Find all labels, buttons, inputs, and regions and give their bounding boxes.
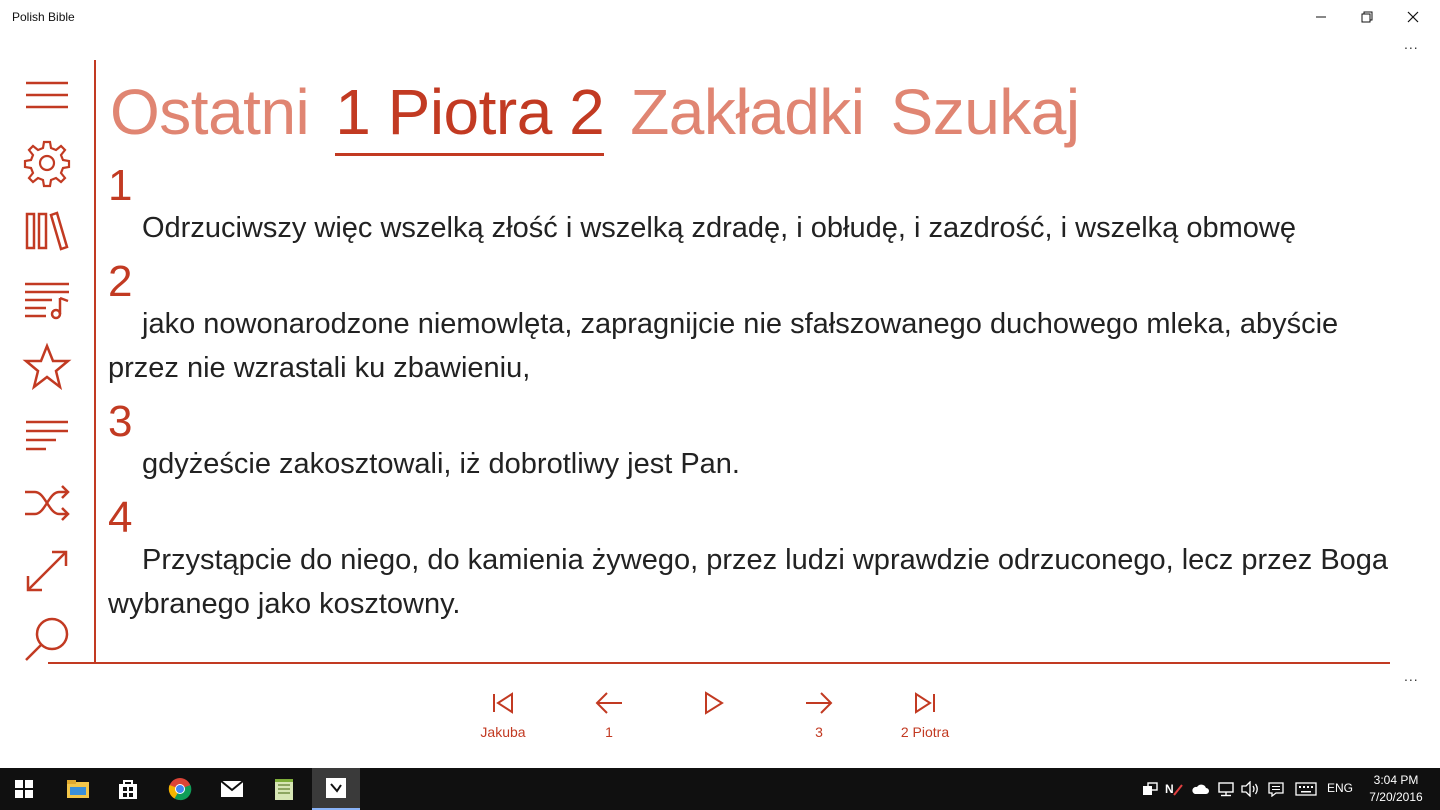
verse: 3 gdyżeście zakosztowali, iż dobrotliwy … (108, 396, 1398, 486)
verse: 1 Odrzuciwszy więc wszelką złość i wszel… (108, 160, 1398, 250)
network-tray-icon[interactable] (1216, 779, 1236, 799)
restore-button[interactable] (1344, 0, 1390, 34)
verse-text: jako nowonarodzone niemowlęta, zapragnij… (108, 308, 1339, 384)
onenote-tray-icon[interactable]: N (1164, 779, 1184, 799)
mail-envelope-icon (220, 780, 244, 797)
minimize-button[interactable] (1298, 0, 1344, 34)
input-language-indicator[interactable]: ENG (1327, 781, 1353, 795)
next-chapter-button[interactable]: 3 (774, 688, 864, 754)
app-title: Polish Bible (12, 10, 75, 24)
close-icon (1407, 11, 1419, 23)
skip-previous-icon (493, 692, 513, 714)
windows-logo-icon (15, 780, 33, 798)
playlist-music-icon[interactable] (20, 272, 74, 326)
left-navigation-rail (0, 60, 96, 664)
tab-recent[interactable]: Ostatni (110, 70, 310, 154)
polish-bible-taskbar-button[interactable] (312, 768, 360, 810)
close-button[interactable] (1390, 0, 1436, 34)
chapter-navigation-bar: Jakuba 1 3 2 Piotra (0, 688, 1440, 758)
search-magnifier-icon[interactable] (20, 612, 74, 666)
bible-app-icon (326, 778, 346, 798)
last-chapter-button[interactable]: 2 Piotra (880, 688, 970, 754)
touch-keyboard-tray-icon[interactable] (1294, 779, 1318, 799)
svg-text:N: N (1165, 782, 1174, 796)
expand-diagonal-icon[interactable] (20, 544, 74, 598)
next-chapter-label: 3 (815, 724, 823, 740)
chrome-taskbar-button[interactable] (156, 768, 204, 810)
hamburger-menu-icon[interactable] (20, 68, 74, 122)
previous-chapter-label: 1 (605, 724, 613, 740)
chrome-icon (168, 778, 192, 801)
restore-icon (1361, 11, 1373, 23)
action-center-tray-icon[interactable] (1266, 779, 1286, 799)
library-books-icon[interactable] (20, 204, 74, 258)
system-clock[interactable]: 3:04 PM 7/20/2016 (1362, 772, 1430, 806)
arrow-left-icon (595, 692, 622, 714)
bottom-divider (48, 662, 1390, 664)
skip-next-icon (915, 692, 935, 714)
mail-taskbar-button[interactable] (208, 768, 256, 810)
rail-divider (94, 60, 96, 664)
verse-text: gdyżeście zakosztowali, iż dobrotliwy je… (142, 448, 740, 480)
verse-number: 4 (108, 493, 133, 542)
chapter-content[interactable]: 1 Odrzuciwszy więc wszelką złość i wszel… (108, 160, 1398, 660)
verse-number: 1 (108, 161, 133, 210)
last-chapter-label: 2 Piotra (900, 724, 950, 740)
arrow-right-icon (806, 692, 833, 714)
clock-time: 3:04 PM (1373, 773, 1419, 787)
settings-gear-icon[interactable] (20, 136, 74, 190)
tab-current-chapter[interactable]: 1 Piotra 2 (335, 70, 605, 156)
taskbar: N ENG 3:04 PM 7/20/2016 (0, 768, 1440, 810)
verse-number: 2 (108, 257, 133, 306)
text-align-left-icon[interactable] (20, 408, 74, 462)
clock-date: 7/20/2016 (1369, 790, 1423, 804)
first-chapter-button[interactable]: Jakuba (458, 688, 548, 754)
title-bar: Polish Bible (0, 0, 1440, 34)
favorite-star-icon[interactable] (20, 340, 74, 394)
volume-tray-icon[interactable] (1240, 779, 1260, 799)
network-sharing-tray-icon[interactable] (1140, 779, 1160, 799)
play-icon (705, 691, 724, 715)
verse-number: 3 (108, 397, 133, 446)
file-explorer-taskbar-button[interactable] (54, 768, 102, 810)
verse: 2 jako nowonarodzone niemowlęta, zapragn… (108, 256, 1398, 390)
app-bar-more-button[interactable]: ... (1404, 668, 1419, 684)
folder-icon (67, 780, 89, 798)
pivot-header: Ostatni 1 Piotra 2 Zakładki Szukaj (110, 70, 1106, 160)
play-button[interactable] (668, 688, 758, 754)
verse-text: Przystąpcie do niego, do kamienia żywego… (108, 544, 1389, 620)
tab-search[interactable]: Szukaj (891, 70, 1081, 154)
start-button[interactable] (0, 768, 48, 810)
onedrive-cloud-tray-icon[interactable] (1190, 779, 1210, 799)
minimize-icon (1316, 16, 1326, 18)
previous-chapter-button[interactable]: 1 (564, 688, 654, 754)
notepad-taskbar-button[interactable] (260, 768, 308, 810)
more-options-button[interactable]: ... (1404, 36, 1419, 52)
first-chapter-label: Jakuba (480, 724, 526, 740)
verse-text: Odrzuciwszy więc wszelką złość i wszelką… (142, 212, 1296, 244)
verse: 4 Przystąpcie do niego, do kamienia żywe… (108, 492, 1398, 626)
store-taskbar-button[interactable] (104, 768, 152, 810)
tab-bookmarks[interactable]: Zakładki (630, 70, 865, 154)
store-bag-icon (119, 780, 137, 799)
notepad-icon (275, 779, 293, 800)
shuffle-icon[interactable] (20, 476, 74, 530)
